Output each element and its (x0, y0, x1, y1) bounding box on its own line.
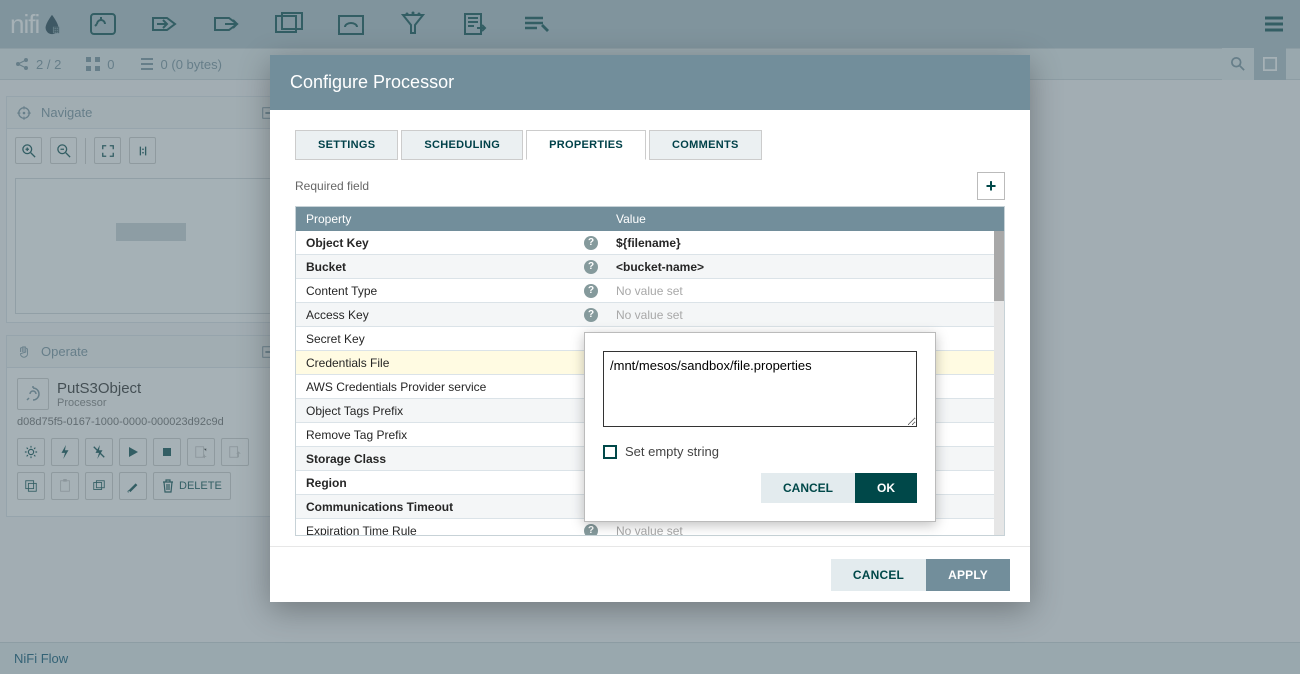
property-row[interactable]: Object Key?${filename} (296, 231, 994, 255)
property-value-cell[interactable]: No value set (606, 524, 994, 536)
property-name: Expiration Time Rule (306, 524, 417, 536)
popup-footer: CANCEL OK (603, 473, 917, 503)
property-name-cell: Content Type? (296, 284, 606, 298)
property-name: Credentials File (306, 356, 389, 370)
property-name-cell: Remove Tag Prefix (296, 428, 606, 442)
grid-header: Property Value (296, 207, 1004, 231)
property-name: Content Type (306, 284, 377, 298)
property-name: Secret Key (306, 332, 365, 346)
property-value-editor: Set empty string CANCEL OK (584, 332, 936, 522)
property-row[interactable]: Access Key?No value set (296, 303, 994, 327)
help-icon[interactable]: ? (584, 308, 598, 322)
grid-scrollbar[interactable] (994, 231, 1004, 535)
property-name: Remove Tag Prefix (306, 428, 407, 442)
property-name-cell: Communications Timeout? (296, 500, 606, 514)
property-name-cell: Object Key? (296, 236, 606, 250)
dialog-title: Configure Processor (270, 55, 1030, 110)
help-icon[interactable]: ? (584, 284, 598, 298)
help-icon[interactable]: ? (584, 524, 598, 536)
property-row[interactable]: Bucket?<bucket-name> (296, 255, 994, 279)
header-property: Property (296, 212, 606, 226)
property-value-cell[interactable]: No value set (606, 308, 994, 322)
property-name-cell: Object Tags Prefix (296, 404, 606, 418)
property-name: Object Tags Prefix (306, 404, 403, 418)
property-row[interactable]: Content Type?No value set (296, 279, 994, 303)
property-name-cell: Bucket? (296, 260, 606, 274)
dialog-cancel-button[interactable]: CANCEL (831, 559, 926, 591)
popup-cancel-button[interactable]: CANCEL (761, 473, 855, 503)
property-value-cell[interactable]: No value set (606, 284, 994, 298)
property-name: AWS Credentials Provider service (306, 380, 486, 394)
property-name: Region (306, 476, 347, 490)
property-value-cell[interactable]: ${filename} (606, 236, 994, 250)
property-name-cell: Credentials File (296, 356, 606, 370)
header-value: Value (606, 212, 1004, 226)
property-value-cell[interactable]: <bucket-name> (606, 260, 994, 274)
property-name-cell: Region (296, 476, 606, 490)
empty-string-label: Set empty string (625, 444, 719, 459)
add-property-button[interactable]: + (977, 172, 1005, 200)
property-name: Access Key (306, 308, 369, 322)
property-name: Storage Class (306, 452, 386, 466)
grid-scroll-thumb[interactable] (994, 231, 1004, 301)
plus-icon: + (986, 176, 997, 197)
property-name: Communications Timeout (306, 500, 453, 514)
tab-comments[interactable]: COMMENTS (649, 130, 762, 160)
property-name-cell: Access Key? (296, 308, 606, 322)
tab-properties[interactable]: PROPERTIES (526, 130, 646, 160)
property-name-cell: Storage Class (296, 452, 606, 466)
empty-string-checkbox[interactable] (603, 445, 617, 459)
tab-settings[interactable]: SETTINGS (295, 130, 398, 160)
property-name-cell: Secret Key (296, 332, 606, 346)
popup-ok-button[interactable]: OK (855, 473, 917, 503)
dialog-tabs: SETTINGS SCHEDULING PROPERTIES COMMENTS (295, 130, 1010, 160)
tab-scheduling[interactable]: SCHEDULING (401, 130, 523, 160)
help-icon[interactable]: ? (584, 260, 598, 274)
empty-string-row: Set empty string (603, 444, 917, 459)
dialog-apply-button[interactable]: APPLY (926, 559, 1010, 591)
property-name-cell: Expiration Time Rule? (296, 524, 606, 536)
property-name: Object Key (306, 236, 369, 250)
property-value-textarea[interactable] (603, 351, 917, 427)
required-field-label: Required field (295, 179, 369, 193)
property-name: Bucket (306, 260, 346, 274)
dialog-footer: CANCEL APPLY (270, 546, 1030, 602)
help-icon[interactable]: ? (584, 236, 598, 250)
property-name-cell: AWS Credentials Provider service (296, 380, 606, 394)
